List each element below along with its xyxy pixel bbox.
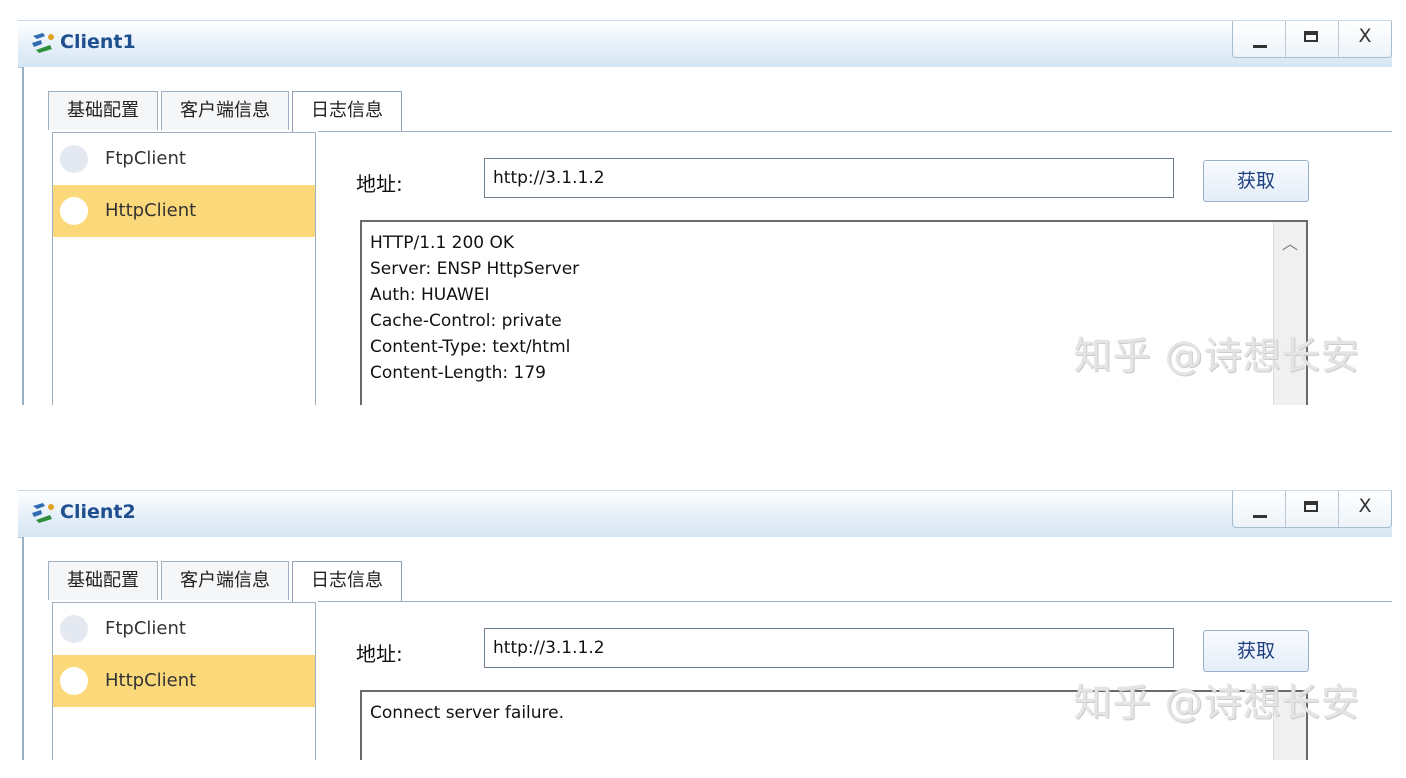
client-app-icon — [32, 503, 54, 523]
window-controls: X — [1232, 21, 1392, 58]
address-input[interactable]: http://3.1.1.2 — [484, 628, 1174, 668]
maximize-icon — [1304, 31, 1318, 42]
response-line: Cache-Control: private — [370, 311, 562, 331]
minimize-button[interactable] — [1233, 491, 1285, 527]
address-input[interactable]: http://3.1.1.2 — [484, 158, 1174, 198]
fetch-button[interactable]: 获取 — [1203, 630, 1309, 672]
sidebar-item-label: FtpClient — [105, 148, 186, 169]
address-label: 地址: — [356, 172, 403, 196]
close-icon: X — [1358, 495, 1372, 517]
client2-window: Client2 X 基础配置 客户端信息 日志信息 FtpClient Http… — [0, 470, 1406, 760]
tab-client-info[interactable]: 客户端信息 — [161, 561, 289, 600]
response-lines: HTTP/1.1 200 OK Server: ENSP HttpServer … — [370, 230, 579, 386]
close-icon: X — [1358, 25, 1372, 47]
maximize-icon — [1304, 501, 1318, 512]
response-line: Content-Type: text/html — [370, 337, 571, 357]
minimize-icon — [1253, 45, 1267, 48]
watermark: 知乎 @诗想长安 — [1073, 681, 1360, 725]
client-type-list: FtpClient HttpClient — [52, 602, 316, 760]
title-bar[interactable]: Client2 X — [18, 490, 1392, 538]
tab-log-info[interactable]: 日志信息 — [292, 91, 402, 132]
sidebar-item-httpclient[interactable]: HttpClient — [53, 185, 315, 237]
response-line: Connect server failure. — [370, 703, 565, 723]
title-bar[interactable]: Client1 X — [18, 20, 1392, 68]
response-line: Content-Length: 179 — [370, 363, 546, 383]
tab-log-info[interactable]: 日志信息 — [292, 561, 402, 602]
radio-dot-icon — [60, 145, 88, 173]
watermark: 知乎 @诗想长安 — [1073, 334, 1360, 378]
client-app-icon — [32, 33, 54, 53]
response-line: HTTP/1.1 200 OK — [370, 233, 515, 253]
radio-dot-icon — [60, 197, 88, 225]
maximize-button[interactable] — [1285, 491, 1338, 527]
client1-window: Client1 X 基础配置 客户端信息 日志信息 FtpClient Http… — [0, 0, 1406, 405]
close-button[interactable]: X — [1338, 491, 1391, 527]
maximize-button[interactable] — [1285, 21, 1338, 57]
response-line: Auth: HUAWEI — [370, 285, 490, 305]
sidebar-item-ftpclient[interactable]: FtpClient — [53, 133, 315, 185]
response-line: Server: ENSP HttpServer — [370, 259, 580, 279]
sidebar-item-label: HttpClient — [105, 200, 197, 221]
sidebar-item-ftpclient[interactable]: FtpClient — [53, 603, 315, 655]
tab-bar: 基础配置 客户端信息 日志信息 — [48, 91, 405, 132]
tab-basic-config[interactable]: 基础配置 — [48, 561, 158, 600]
window-title: Client2 — [60, 501, 136, 523]
sidebar-item-label: HttpClient — [105, 670, 197, 691]
minimize-icon — [1253, 515, 1267, 518]
sidebar-item-httpclient[interactable]: HttpClient — [53, 655, 315, 707]
response-lines: Connect server failure. — [370, 700, 564, 726]
sidebar-item-label: FtpClient — [105, 618, 186, 639]
tab-basic-config[interactable]: 基础配置 — [48, 91, 158, 130]
tab-client-info[interactable]: 客户端信息 — [161, 91, 289, 130]
radio-dot-icon — [60, 615, 88, 643]
tab-bar: 基础配置 客户端信息 日志信息 — [48, 561, 405, 602]
client-type-list: FtpClient HttpClient — [52, 132, 316, 405]
close-button[interactable]: X — [1338, 21, 1391, 57]
minimize-button[interactable] — [1233, 21, 1285, 57]
fetch-button[interactable]: 获取 — [1203, 160, 1309, 202]
chevron-up-icon[interactable]: ︿ — [1274, 230, 1306, 254]
address-label: 地址: — [356, 642, 403, 666]
window-title: Client1 — [60, 31, 136, 53]
radio-dot-icon — [60, 667, 88, 695]
window-controls: X — [1232, 491, 1392, 528]
